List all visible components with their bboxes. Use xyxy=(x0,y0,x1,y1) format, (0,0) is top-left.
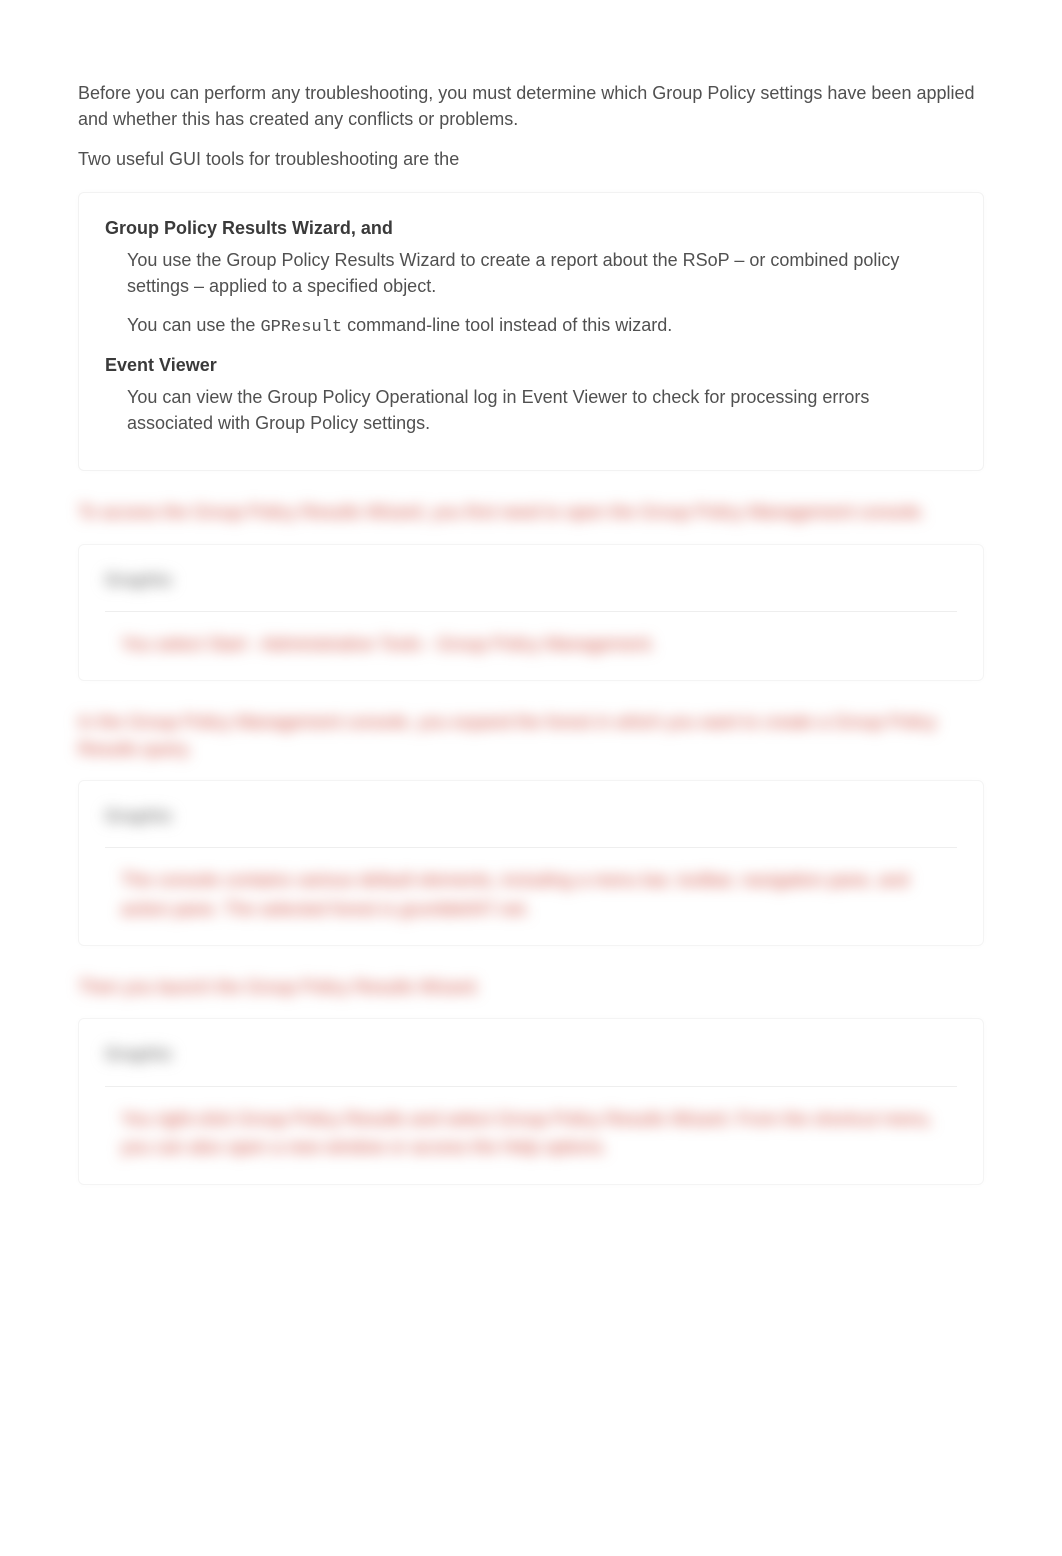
tool-item-event-viewer: Event Viewer You can view the Group Poli… xyxy=(105,352,957,436)
def-gp-results-wizard-p2-a: You can use the xyxy=(127,315,260,335)
locked-card-2: Graphic The console contains various def… xyxy=(78,780,984,947)
tool-item-gp-results-wizard: Group Policy Results Wizard, and You use… xyxy=(105,215,957,340)
def-gp-results-wizard-p2-b: command-line tool instead of this wizard… xyxy=(342,315,672,335)
term-gp-results-wizard: Group Policy Results Wizard, and xyxy=(105,215,957,241)
locked-card-3: Graphic You right-click Group Policy Res… xyxy=(78,1018,984,1185)
intro-section: Before you can perform any troubleshooti… xyxy=(78,80,984,172)
locked-paragraph-3: Then you launch the Group Policy Results… xyxy=(78,974,984,1000)
def-gp-results-wizard: You use the Group Policy Results Wizard … xyxy=(105,247,957,340)
locked-card-2-title: Graphic xyxy=(105,803,173,829)
locked-card-1-divider xyxy=(105,611,957,612)
def-event-viewer: You can view the Group Policy Operationa… xyxy=(105,384,957,436)
locked-card-1-body: You select Start - Administrative Tools … xyxy=(105,630,957,659)
locked-card-1: Graphic You select Start - Administrativ… xyxy=(78,544,984,682)
def-gp-results-wizard-p1: You use the Group Policy Results Wizard … xyxy=(127,247,957,299)
gpresult-code: GPResult xyxy=(260,318,342,337)
locked-card-2-body: The console contains various default ele… xyxy=(105,866,957,924)
def-gp-results-wizard-p2: You can use the GPResult command-line to… xyxy=(127,312,957,341)
locked-card-3-body: You right-click Group Policy Results and… xyxy=(105,1105,957,1163)
tools-definition-card: Group Policy Results Wizard, and You use… xyxy=(78,192,984,471)
term-event-viewer: Event Viewer xyxy=(105,352,957,378)
locked-paragraph-2: In the Group Policy Management console, … xyxy=(78,709,984,761)
locked-card-3-divider xyxy=(105,1086,957,1087)
intro-paragraph-1: Before you can perform any troubleshooti… xyxy=(78,80,984,132)
def-event-viewer-p1: You can view the Group Policy Operationa… xyxy=(127,384,957,436)
locked-card-2-divider xyxy=(105,847,957,848)
locked-card-1-title: Graphic xyxy=(105,567,173,593)
locked-card-3-title: Graphic xyxy=(105,1041,173,1067)
document-page: Before you can perform any troubleshooti… xyxy=(0,0,1062,1556)
locked-paragraph-1: To access the Group Policy Results Wizar… xyxy=(78,499,984,525)
intro-paragraph-2: Two useful GUI tools for troubleshooting… xyxy=(78,146,984,172)
